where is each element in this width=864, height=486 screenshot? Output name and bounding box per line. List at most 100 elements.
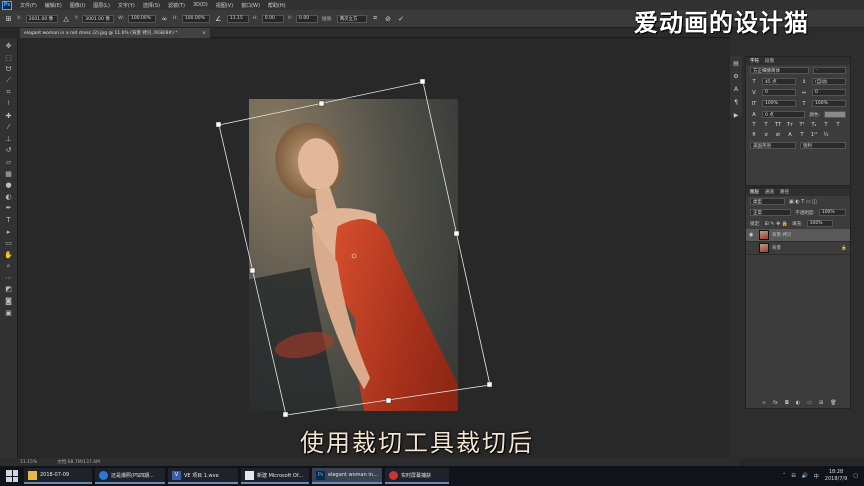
transform-handle[interactable] [215,121,222,128]
blend-mode-select[interactable]: 正常 [750,209,792,216]
layer-name[interactable]: 背景 [772,245,838,251]
faux-italic-button[interactable]: T [762,122,770,128]
swash-icon[interactable]: st [774,132,782,138]
healing-icon[interactable]: ✚ [3,111,15,121]
gradient-icon[interactable]: ▦ [3,169,15,179]
layer-name[interactable]: 背景 拷贝 [772,232,791,238]
shape-icon[interactable]: ▭ [3,238,15,248]
transform-handle[interactable] [453,230,460,237]
leading-field[interactable]: (自动) [812,78,846,85]
oldstyle-icon[interactable]: ơ [762,132,770,138]
underline-button[interactable]: T [822,122,830,128]
taskbar-item[interactable]: V VE 项目 1.wve [168,468,238,484]
filter-icons[interactable]: ▣ ◐ T ▭ ◫ [789,199,817,205]
notifications-icon[interactable]: ▢ [853,473,858,479]
character-icon[interactable]: A [734,86,738,93]
all-caps-button[interactable]: TT [774,122,782,128]
menu-filter[interactable]: 滤镜(T) [164,2,189,9]
volume-icon[interactable]: 🔊 [802,473,808,479]
tab-channels[interactable]: 通道 [765,189,774,195]
interpolation-select[interactable]: 两次立方 [336,14,367,23]
tab-paths[interactable]: 路径 [780,189,789,195]
layer-row[interactable]: 背景 🔒 [746,242,850,255]
taskbar-item[interactable]: Ps elegant woman in... [312,468,382,484]
menu-window[interactable]: 窗口(W) [237,2,264,9]
taskbar-item[interactable]: 还是爆照(PS四期... [95,468,165,484]
network-icon[interactable]: ⊟ [791,473,795,479]
fx-icon[interactable]: fx [773,400,778,406]
small-caps-button[interactable]: Tт [786,122,794,128]
menu-select[interactable]: 选择(S) [139,2,164,9]
crop-icon[interactable]: ⌗ [3,87,15,97]
taskbar-item[interactable]: 实时屏幕捕获 [385,468,449,484]
play-icon[interactable]: ▶ [734,112,739,119]
transform-bounding-box[interactable] [210,70,510,420]
tab-layers[interactable]: 图层 [750,189,759,195]
antialias-select[interactable]: 锐利 [800,142,846,149]
h-field[interactable]: 100.00% [181,14,210,23]
menu-file[interactable]: 文件(F) [16,2,41,9]
delete-layer-icon[interactable]: 🗑 [830,400,836,406]
transform-handle[interactable] [249,267,256,274]
type-icon[interactable]: T [3,215,15,225]
link-icon[interactable]: ∞ [160,14,169,23]
close-icon[interactable]: × [202,31,206,36]
quick-mask-icon[interactable]: ◙ [3,296,15,306]
eye-icon[interactable]: ◉ [749,232,756,238]
subscript-button[interactable]: T₁ [810,122,818,128]
ligature-icon[interactable]: ﬁ [750,132,758,138]
superscript-button[interactable]: T¹ [798,122,806,128]
faux-bold-button[interactable]: T [750,122,758,128]
lock-icons[interactable]: ⊞ ✎ ✥ 🔒 [765,221,789,227]
text-color-swatch[interactable] [824,111,846,118]
vertical-scale-field[interactable]: 100% [762,100,796,107]
menu-layer[interactable]: 图层(L) [89,2,114,9]
ordinal-icon[interactable]: 1ˢᵗ [810,132,818,138]
fraction-icon[interactable]: ½ [822,132,830,138]
lock-icon[interactable]: 🔒 [841,246,847,251]
font-size-field[interactable]: 45 点 [762,78,796,85]
eyedropper-icon[interactable]: ⟊ [3,99,15,109]
properties-icon[interactable]: ⚙ [733,73,738,80]
font-style-select[interactable]: - [813,67,846,74]
stamp-icon[interactable]: ⊥ [3,134,15,144]
horizontal-scale-field[interactable]: 100% [812,100,846,107]
transform-handle[interactable] [282,411,289,418]
language-select[interactable]: 美国英语 [750,142,796,149]
chevron-up-icon[interactable]: ˄ [783,473,786,479]
zoom-level[interactable]: 11.15% [20,460,37,465]
titling-icon[interactable]: T [798,132,806,138]
tracking-field[interactable]: 0 [812,89,846,96]
start-button[interactable] [6,470,18,482]
eraser-icon[interactable]: ▱ [3,157,15,167]
taskbar-item[interactable]: 新建 Microsoft Of... [241,468,309,484]
h-skew-field[interactable]: 0.00 [261,14,284,23]
menu-image[interactable]: 图像(I) [66,2,89,9]
transform-handle[interactable] [318,100,325,107]
font-family-select[interactable]: 方正细倩简体 [750,67,810,74]
tab-paragraph[interactable]: 段落 [765,58,774,64]
paragraph-icon[interactable]: ¶ [734,99,738,106]
history-icon[interactable]: ▤ [733,60,739,67]
reference-point-icon[interactable]: ⊞ [4,14,13,23]
zoom-icon[interactable]: ⌕ [3,261,15,271]
opacity-field[interactable]: 100% [818,209,846,216]
y-field[interactable]: 3001.00 像 [82,14,115,23]
strikethrough-button[interactable]: T [834,122,842,128]
hand-icon[interactable]: ✋ [3,250,15,260]
quick-select-icon[interactable]: ⟋ [3,76,15,86]
menu-help[interactable]: 帮助(H) [264,2,290,9]
layer-kind-filter[interactable]: 类型 [750,198,786,205]
tab-character[interactable]: 字符 [750,58,759,64]
link-layers-icon[interactable]: ∞ [762,400,766,406]
screen-mode-icon[interactable]: ▣ [3,308,15,318]
menu-3d[interactable]: 3D(D) [189,2,212,8]
more-tools-icon[interactable]: ⋯ [3,273,15,283]
kerning-field[interactable]: 0 [762,89,796,96]
taskbar-item[interactable]: 2018-07-09 [24,468,92,484]
stylistic-icon[interactable]: A [786,132,794,138]
pen-icon[interactable]: ✒ [3,203,15,213]
dodge-icon[interactable]: ◐ [3,192,15,202]
v-skew-field[interactable]: 0.00 [296,14,319,23]
x-field[interactable]: 2001.00 像 [25,14,58,23]
